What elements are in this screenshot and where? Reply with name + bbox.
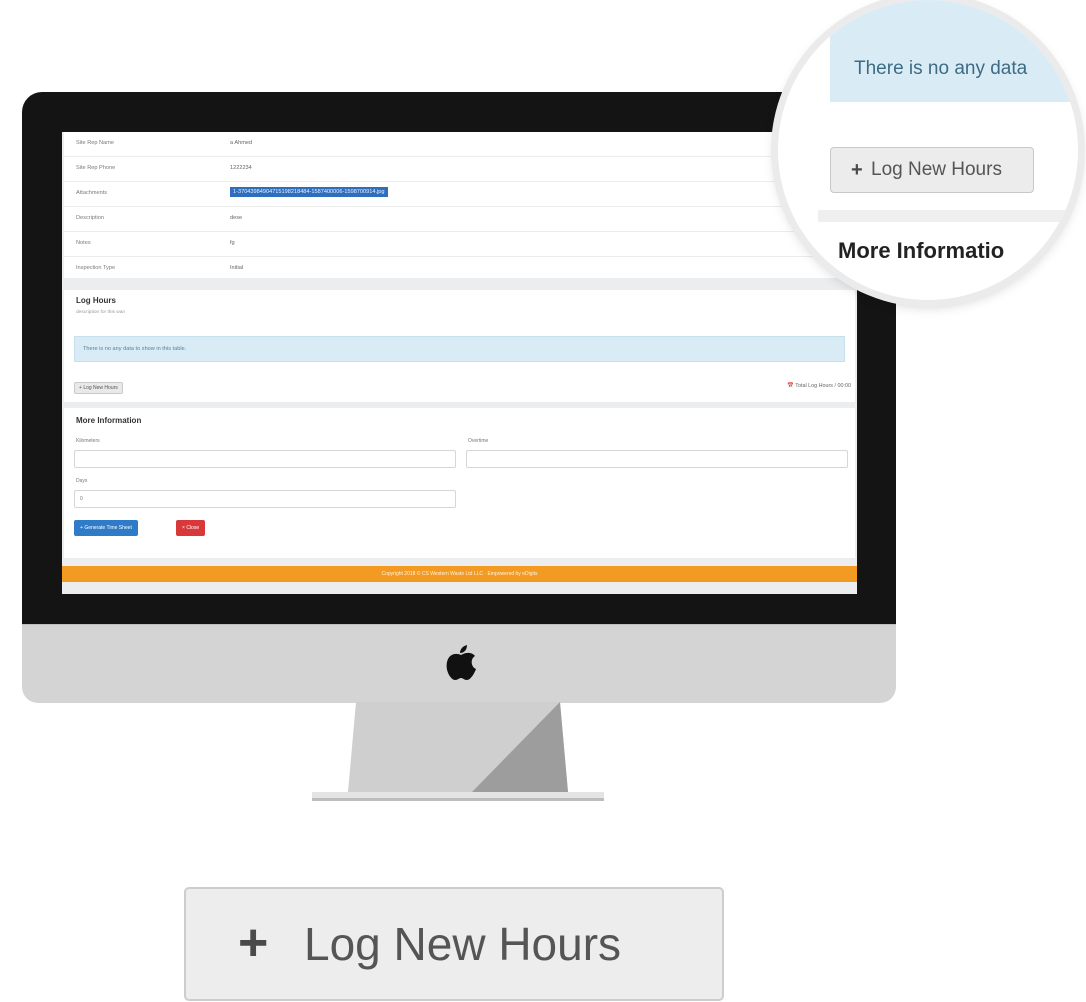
plus-icon: + <box>80 525 83 531</box>
days-value: 0 <box>80 496 83 502</box>
close-label: Close <box>186 525 200 531</box>
apple-logo-icon <box>446 645 476 680</box>
close-icon: × <box>182 525 185 531</box>
magnified-log-new-hours-label: Log New Hours <box>871 159 1002 180</box>
magnifier-zoom: There is no any data + Log New Hours Mor… <box>778 0 1078 300</box>
kilometers-input[interactable] <box>74 450 456 468</box>
log-hours-panel: Log Hours description for this wan There… <box>64 290 855 402</box>
close-button[interactable]: × Close <box>176 520 206 536</box>
details-panel: Site Rep Name a Ahmed Site Rep Phone 122… <box>64 132 855 278</box>
magnified-log-new-hours-button[interactable]: + Log New Hours <box>830 147 1034 193</box>
app-screen: Site Rep Name a Ahmed Site Rep Phone 122… <box>62 132 857 594</box>
days-label: Days <box>76 478 88 484</box>
detail-row: Site Rep Name a Ahmed <box>64 132 855 157</box>
detail-row: Inspection Type Initial <box>64 257 855 281</box>
attachment-link[interactable]: 1-37043984904715198218484-1587400006-159… <box>230 187 388 197</box>
generate-time-sheet-label: Generate Time Sheet <box>84 525 132 531</box>
callout-log-new-hours-label: Log New Hours <box>304 918 622 970</box>
total-log-hours-text: Total Log Hours / 00:00 <box>795 383 851 389</box>
detail-label: Description <box>76 215 104 221</box>
detail-row: Description dese <box>64 207 855 232</box>
overtime-input[interactable] <box>466 450 848 468</box>
more-info-title: More Information <box>76 416 142 425</box>
empty-table-alert: There is no any data to show in this tab… <box>74 336 845 362</box>
days-input[interactable]: 0 <box>74 490 456 508</box>
detail-label: Notes <box>76 240 91 246</box>
callout-log-new-hours-button[interactable]: + Log New Hours <box>184 887 724 1001</box>
more-info-panel: More Information Kilometers Overtime Day… <box>64 408 855 558</box>
plus-icon: + <box>79 385 82 391</box>
footer: Copyright 2018 © CS Western Waste Ltd LL… <box>62 566 857 582</box>
detail-value: a Ahmed <box>230 140 253 146</box>
monitor-chin <box>22 624 896 703</box>
detail-row: Site Rep Phone 1222234 <box>64 157 855 182</box>
monitor-bezel: Site Rep Name a Ahmed Site Rep Phone 122… <box>22 92 896 624</box>
detail-label: Inspection Type <box>76 265 116 271</box>
log-new-hours-button[interactable]: + Log New Hours <box>74 382 123 394</box>
generate-time-sheet-button[interactable]: + Generate Time Sheet <box>74 520 138 536</box>
kilometers-label: Kilometers <box>76 438 100 444</box>
detail-label: Attachments <box>76 190 108 196</box>
detail-label: Site Rep Phone <box>76 165 116 171</box>
plus-icon: + <box>851 159 863 181</box>
detail-value: dese <box>230 215 243 221</box>
magnified-more-info-title: More Informatio <box>838 238 1005 263</box>
detail-value: fg <box>230 240 235 246</box>
magnified-empty-message: There is no any data <box>854 58 1028 79</box>
magnified-empty-alert: There is no any data <box>830 0 1078 102</box>
detail-value: Initial <box>230 265 244 271</box>
monitor-stand <box>312 702 604 801</box>
detail-value: 1222234 <box>230 165 252 171</box>
log-hours-title: Log Hours <box>76 296 116 305</box>
total-log-hours: 📅 Total Log Hours / 00:00 <box>787 383 851 389</box>
detail-row: Notes fg <box>64 232 855 257</box>
empty-table-message: There is no any data to show in this tab… <box>83 346 187 352</box>
magnified-divider <box>818 210 1078 222</box>
detail-label: Site Rep Name <box>76 140 114 146</box>
plus-icon: + <box>238 914 269 972</box>
overtime-label: Overtime <box>468 438 489 444</box>
log-new-hours-label: Log New Hours <box>83 385 118 391</box>
calendar-icon: 📅 <box>787 383 794 389</box>
log-hours-description: description for this wan <box>76 310 126 315</box>
imac-monitor: Site Rep Name a Ahmed Site Rep Phone 122… <box>22 92 896 703</box>
detail-row: Attachments 1-37043984904715198218484-15… <box>64 182 855 207</box>
